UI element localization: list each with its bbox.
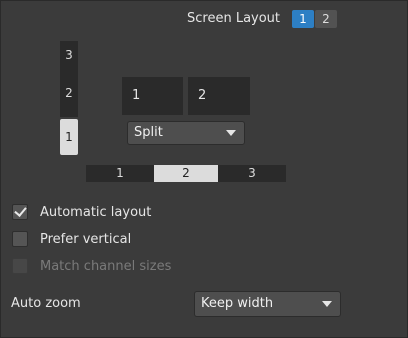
- split-dropdown[interactable]: Split: [127, 121, 245, 145]
- screen-layout-panel: Screen Layout 1 2 3 2 1 1 2 Split 1 2 3 …: [0, 0, 408, 338]
- layout-cell-2[interactable]: 2: [188, 77, 250, 115]
- split-dropdown-value: Split: [134, 125, 163, 140]
- automatic-layout-checkbox[interactable]: [12, 204, 28, 220]
- match-channel-sizes-row: Match channel sizes: [12, 258, 171, 274]
- horizontal-option-2[interactable]: 2: [154, 165, 218, 182]
- screen-layout-option-2[interactable]: 2: [315, 10, 337, 28]
- chevron-down-icon: [226, 130, 236, 136]
- layout-cell-1[interactable]: 1: [122, 77, 183, 115]
- screen-layout-option-1[interactable]: 1: [292, 10, 314, 28]
- horizontal-option-3[interactable]: 3: [218, 165, 286, 182]
- vertical-option-3[interactable]: 3: [60, 41, 78, 69]
- auto-zoom-dropdown-value: Keep width: [201, 296, 274, 311]
- automatic-layout-row[interactable]: Automatic layout: [12, 204, 151, 220]
- check-icon: [14, 204, 27, 217]
- screen-layout-toggle: 1 2: [292, 10, 337, 28]
- auto-zoom-dropdown[interactable]: Keep width: [194, 291, 341, 317]
- vertical-option-2[interactable]: 2: [60, 69, 78, 117]
- prefer-vertical-checkbox[interactable]: [12, 231, 28, 247]
- prefer-vertical-row[interactable]: Prefer vertical: [12, 231, 131, 247]
- screen-layout-label: Screen Layout: [187, 11, 281, 26]
- match-channel-sizes-label: Match channel sizes: [40, 258, 172, 274]
- horizontal-option-1[interactable]: 1: [86, 165, 154, 182]
- vertical-option-1[interactable]: 1: [60, 119, 78, 155]
- chevron-down-icon: [322, 301, 332, 307]
- auto-zoom-label: Auto zoom: [11, 296, 81, 311]
- automatic-layout-label: Automatic layout: [40, 204, 152, 220]
- prefer-vertical-label: Prefer vertical: [40, 231, 132, 247]
- match-channel-sizes-checkbox: [12, 258, 28, 274]
